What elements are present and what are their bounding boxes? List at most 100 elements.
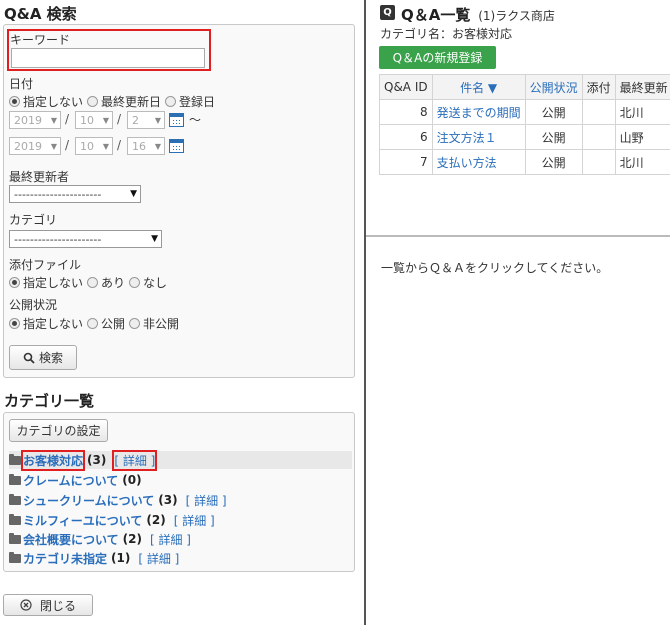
date-option-updated[interactable]: 最終更新日 [87,93,161,110]
category-link[interactable]: お客様対応 [20,449,86,471]
category-panel: カテゴリの設定 お客様対応 (3) [ 詳細 ] クレームについて (0) シュ… [3,412,355,572]
from-month-select[interactable]: 10 ▼ [75,111,113,129]
category-count: (1) [111,551,131,565]
date-separator: / [65,112,70,126]
col-attach[interactable]: 添付 [581,74,616,100]
category-item[interactable]: カテゴリ未指定 (1) [ 詳細 ] [9,549,352,567]
folder-icon [9,493,21,505]
horizontal-splitter[interactable] [366,235,670,237]
detail-placeholder: 一覧からＱ＆Ａをクリックしてください。 [381,261,609,275]
chevron-down-icon: ▼ [50,115,57,125]
list-pane: Q Q＆A一覧 (1)ラクス商店 カテゴリ名：お客様対応 Q＆Aの新規登録 Q&… [366,0,670,625]
cell-id: 8 [379,99,433,125]
date-option-none[interactable]: 指定しない [9,93,83,110]
category-detail-link[interactable]: [ 詳細 ] [174,512,215,529]
attach-option-yes[interactable]: あり [87,274,125,291]
category-link[interactable]: クレームについて [23,472,118,489]
to-month-select[interactable]: 10 ▼ [75,137,113,155]
list-header: Q＆A一覧 (1)ラクス商店 [401,4,555,25]
to-year-select[interactable]: 2019 ▼ [9,137,61,155]
category-list-title: カテゴリ一覧 [4,392,95,410]
date-label: 日付 [9,77,34,91]
attach-option-none[interactable]: 指定しない [9,274,83,291]
cell-subject[interactable]: 注文方法１ [431,124,526,150]
cell-attach [581,124,616,150]
category-detail-link[interactable]: [ 詳細 ] [138,550,179,567]
folder-icon [9,473,21,485]
category-item[interactable]: お客様対応 (3) [ 詳細 ] [9,449,352,471]
cell-status: 公開 [524,124,583,150]
category-count: (2) [146,513,166,527]
new-qa-button[interactable]: Q＆Aの新規登録 [379,46,496,69]
chevron-down-icon: ▼ [130,189,137,199]
category-item[interactable]: シュークリームについて (3) [ 詳細 ] [9,491,352,509]
radio-icon [129,277,141,288]
col-updater[interactable]: 最終更新 [614,74,670,100]
category-item[interactable]: クレームについて (0) [9,471,352,489]
search-icon [23,352,35,364]
radio-checked-icon [9,318,20,329]
from-year-select[interactable]: 2019 ▼ [9,111,61,129]
category-select[interactable]: ---------------------- ▼ [9,230,162,248]
calendar-icon[interactable] [169,139,184,153]
table-row[interactable]: 7 支払い方法 公開 北川 [379,149,670,175]
close-button[interactable]: 閉じる [3,594,93,616]
keyword-input[interactable] [11,48,205,68]
publish-option-public[interactable]: 公開 [87,315,125,332]
close-icon [20,599,32,611]
publish-option-none[interactable]: 指定しない [9,315,83,332]
qa-table: Q&A ID 件名 ▼ 公開状況 添付 最終更新 8 発送までの期間 公開 北川… [379,74,670,175]
to-day-select[interactable]: 16 ▼ [127,137,165,155]
radio-checked-icon [9,96,20,107]
cell-status: 公開 [524,149,583,175]
col-subject[interactable]: 件名 ▼ [431,74,526,100]
radio-icon [129,318,141,329]
category-settings-button[interactable]: カテゴリの設定 [9,419,108,442]
col-id[interactable]: Q&A ID [379,74,433,100]
range-tilde: 〜 [189,113,202,127]
search-panel: キーワード 日付 指定しない 最終更新日 登録日 2019 ▼ / 10 ▼ / 2… [3,24,355,378]
radio-icon [87,96,99,107]
updater-select[interactable]: ---------------------- ▼ [9,185,141,203]
date-option-registered[interactable]: 登録日 [165,93,215,110]
qa-icon: Q [380,5,395,20]
cell-status: 公開 [524,99,583,125]
cell-subject[interactable]: 発送までの期間 [431,99,526,125]
attach-radio-group: 指定しない あり なし [9,274,171,291]
category-link[interactable]: ミルフィーユについて [23,512,142,529]
table-row[interactable]: 8 発送までの期間 公開 北川 [379,99,670,125]
category-detail-link[interactable]: [ 詳細 ] [186,492,227,509]
date-separator: / [117,112,122,126]
category-count: (0) [122,473,142,487]
category-item[interactable]: ミルフィーユについて (2) [ 詳細 ] [9,511,352,529]
attach-option-no[interactable]: なし [129,274,167,291]
keyword-label: キーワード [10,33,71,47]
cell-subject[interactable]: 支払い方法 [431,149,526,175]
chevron-down-icon: ▼ [154,115,161,125]
shop-name: (1)ラクス商店 [478,9,555,23]
calendar-icon[interactable] [169,113,184,127]
category-link[interactable]: 会社概要について [23,531,119,548]
cell-attach [581,149,616,175]
category-detail-link[interactable]: [ 詳細 ] [150,531,191,548]
col-status[interactable]: 公開状況 [524,74,583,100]
publish-label: 公開状況 [9,298,58,312]
radio-icon [87,277,99,288]
category-count: (2) [122,532,142,546]
category-detail-link[interactable]: [ 詳細 ] [112,449,158,471]
category-item[interactable]: 会社概要について (2) [ 詳細 ] [9,530,352,548]
category-name-line: カテゴリ名：お客様対応 [380,27,513,41]
search-button[interactable]: 検索 [9,345,77,370]
date-separator: / [117,138,122,152]
cell-id: 7 [379,149,433,175]
cell-updater: 山野 [614,124,670,150]
folder-icon [9,532,21,544]
chevron-down-icon: ▼ [50,141,57,151]
date-radio-group: 指定しない 最終更新日 登録日 [9,93,219,110]
category-count: (3) [87,453,107,467]
table-row[interactable]: 6 注文方法１ 公開 山野 [379,124,670,150]
publish-option-private[interactable]: 非公開 [129,315,179,332]
category-link[interactable]: カテゴリ未指定 [23,550,107,567]
category-link[interactable]: シュークリームについて [23,492,154,509]
from-day-select[interactable]: 2 ▼ [127,111,165,129]
